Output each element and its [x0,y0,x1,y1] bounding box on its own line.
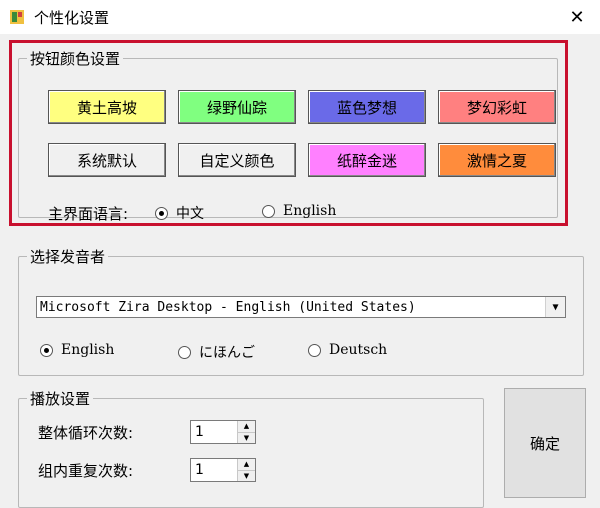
theme-button-jiqing[interactable]: 激情之夏 [438,143,556,177]
theme-button-lanse[interactable]: 蓝色梦想 [308,90,426,124]
app-icon [10,10,24,24]
voice-group-title: 选择发音者 [27,246,109,267]
radio-label: にほんご [199,345,255,361]
close-button[interactable]: ✕ [554,0,600,34]
stepper-down-icon[interactable]: ▼ [238,469,255,482]
close-icon: ✕ [569,6,585,28]
loop-count-value: 1 [195,424,204,440]
theme-button-custom[interactable]: 自定义颜色 [178,143,296,177]
radio-label: Deutsch [329,342,388,358]
radio-unselected-icon [308,343,321,357]
play-settings-title: 播放设置 [27,388,94,409]
radio-selected-icon [40,343,53,357]
voice-select-value: Microsoft Zira Desktop - English (United… [40,299,416,315]
radio-unselected-icon [178,345,191,359]
loop-count-label: 整体循环次数: [38,424,134,442]
window-title: 个性化设置 [34,9,110,27]
repeat-count-stepper[interactable]: 1 ▲ ▼ [190,458,256,482]
color-settings-group: 按钮颜色设置 [18,48,558,218]
repeat-count-value: 1 [195,462,204,478]
radio-label: English [61,342,115,358]
ui-language-radio-english[interactable]: English [262,203,336,219]
color-settings-title: 按钮颜色设置 [27,48,124,69]
stepper-up-icon[interactable]: ▲ [238,421,255,432]
voice-select[interactable]: Microsoft Zira Desktop - English (United… [36,296,566,318]
title-bar: 个性化设置 ✕ [0,0,600,34]
theme-button-huangtu[interactable]: 黄土高坡 [48,90,166,124]
theme-button-lvye[interactable]: 绿野仙踪 [178,90,296,124]
repeat-count-label: 组内重复次数: [38,462,134,480]
stepper-up-icon[interactable]: ▲ [238,459,255,470]
radio-selected-icon [155,206,168,220]
radio-unselected-icon [262,204,275,218]
radio-label: 中文 [176,206,204,222]
ui-language-label: 主界面语言: [48,205,129,223]
voice-language-radio-english[interactable]: English [40,342,114,358]
play-settings-group: 播放设置 [18,388,484,508]
chevron-down-icon[interactable]: ▼ [545,297,565,317]
stepper-down-icon[interactable]: ▼ [238,431,255,444]
loop-count-stepper[interactable]: 1 ▲ ▼ [190,420,256,444]
theme-button-menghuan[interactable]: 梦幻彩虹 [438,90,556,124]
ui-language-radio-chinese[interactable]: 中文 [155,203,204,223]
voice-language-radio-japanese[interactable]: にほんご [178,342,255,362]
radio-label: English [283,203,337,219]
voice-language-radio-german[interactable]: Deutsch [308,342,387,358]
theme-button-default[interactable]: 系统默认 [48,143,166,177]
ok-button[interactable]: 确定 [504,388,586,498]
theme-button-zhizui[interactable]: 纸醉金迷 [308,143,426,177]
